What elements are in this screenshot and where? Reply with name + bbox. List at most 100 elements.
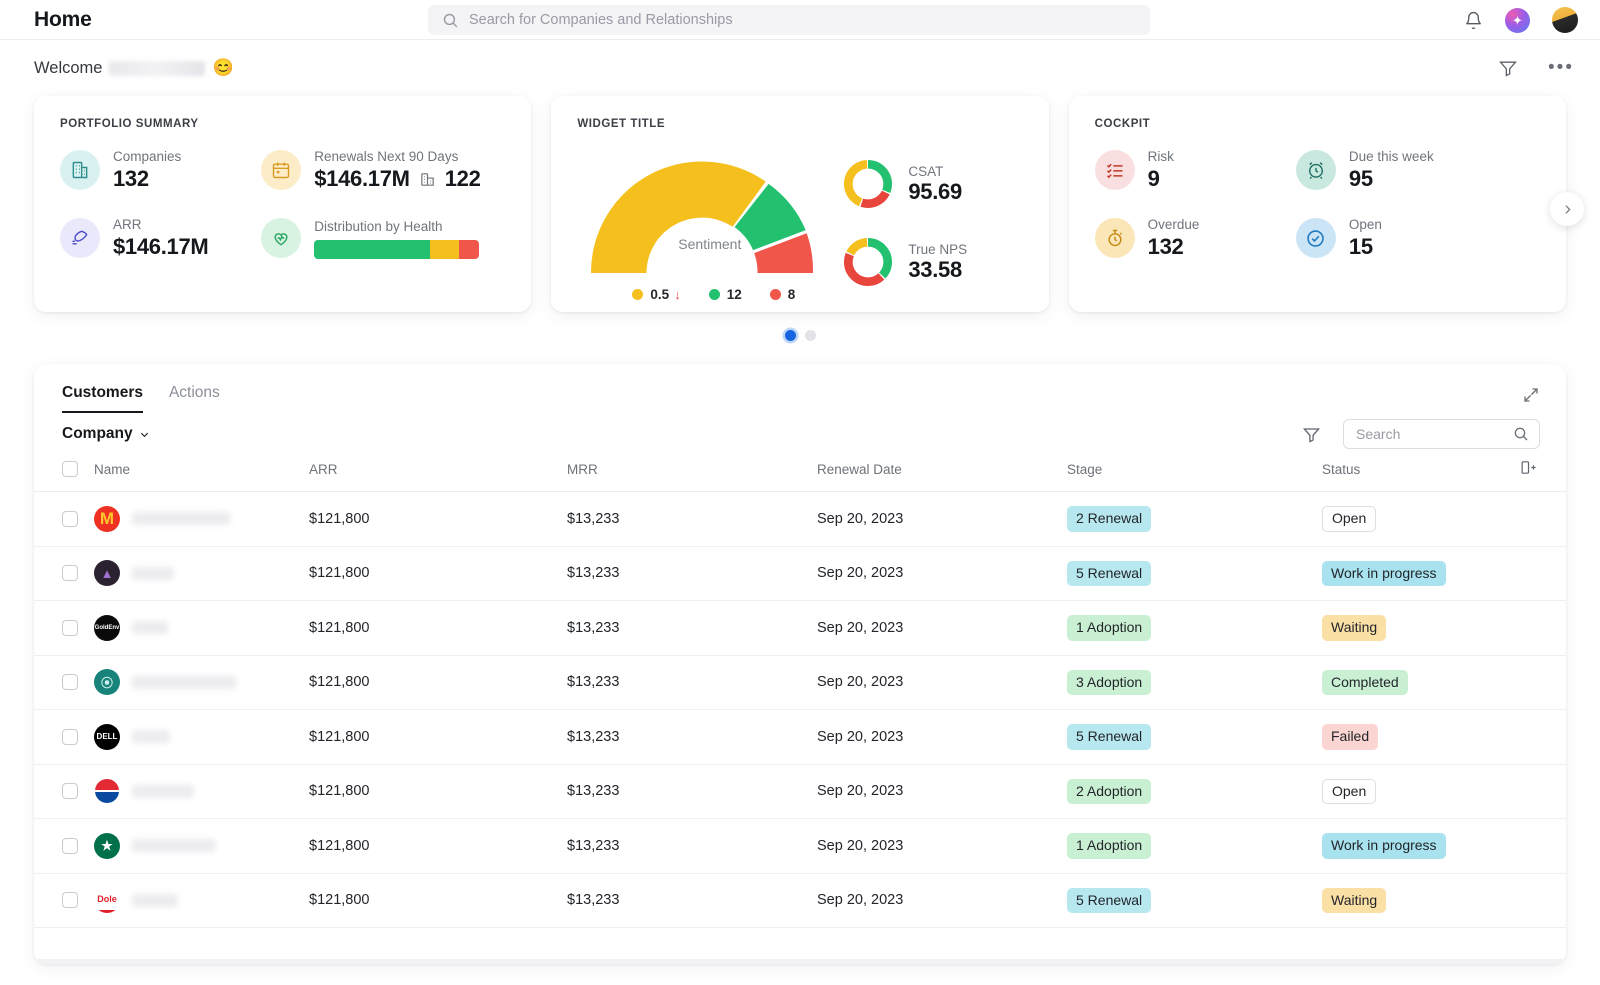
kpi-arr[interactable]: ARR $146.17M bbox=[60, 216, 255, 260]
status-badge[interactable]: Waiting bbox=[1322, 887, 1387, 913]
stage-badge[interactable]: 5 Renewal bbox=[1067, 887, 1152, 913]
table-row[interactable]: ★ $121,800 $13,233 Sep 20, 2023 1 Adoption Wo… bbox=[34, 818, 1566, 874]
widget-body: Sentiment 0.5 ↓ 12 8 CSAT 95.69 True NPS… bbox=[577, 148, 1022, 302]
cell-stage: 2 Renewal bbox=[1067, 491, 1322, 547]
cockpit-kpi-grid: Risk 9 Due this week 95 Overdue 132 Open… bbox=[1094, 148, 1540, 260]
status-badge[interactable]: Waiting bbox=[1322, 615, 1387, 641]
row-checkbox[interactable] bbox=[62, 728, 78, 745]
panel-tabs: Customers Actions bbox=[34, 364, 1566, 413]
row-checkbox[interactable] bbox=[62, 619, 78, 636]
kpi-companies[interactable]: Companies 132 bbox=[60, 148, 255, 192]
cell-name: GoldEnv bbox=[94, 600, 309, 656]
column-header-mrr[interactable]: MRR bbox=[567, 459, 817, 492]
cell-mrr: $13,233 bbox=[567, 546, 817, 601]
table-row[interactable]: GoldEnv $121,800 $13,233 Sep 20, 2023 1 Adop… bbox=[34, 600, 1566, 656]
global-search-input[interactable]: Search for Companies and Relationships bbox=[428, 5, 1150, 35]
column-header-stage[interactable]: Stage bbox=[1067, 459, 1322, 492]
more-options-button[interactable]: ••• bbox=[1548, 58, 1574, 78]
cell-name: M bbox=[94, 491, 309, 547]
company-logo: M bbox=[94, 505, 120, 532]
cell-mrr: $13,233 bbox=[567, 818, 817, 874]
select-all-checkbox[interactable] bbox=[62, 461, 78, 477]
filter-icon[interactable] bbox=[1498, 58, 1518, 78]
cell-stage: 2 Adoption bbox=[1067, 764, 1322, 819]
stage-badge[interactable]: 2 Renewal bbox=[1067, 506, 1152, 532]
cell-renewal-date: Sep 20, 2023 bbox=[817, 873, 1067, 928]
status-badge[interactable]: Failed bbox=[1322, 724, 1379, 750]
column-header-name[interactable]: Name bbox=[94, 459, 309, 492]
column-header-arr[interactable]: ARR bbox=[309, 459, 567, 492]
company-name-redacted bbox=[132, 730, 170, 744]
row-checkbox[interactable] bbox=[62, 837, 78, 854]
cell-spacer bbox=[1520, 546, 1566, 601]
filter-icon[interactable] bbox=[1302, 425, 1321, 444]
row-checkbox[interactable] bbox=[62, 565, 78, 582]
status-badge[interactable]: Open bbox=[1322, 506, 1377, 532]
column-header-status[interactable]: Status bbox=[1322, 459, 1520, 492]
cell-arr: $121,800 bbox=[309, 491, 567, 547]
trend-down-icon: ↓ bbox=[674, 287, 681, 302]
table-row[interactable]: M $121,800 $13,233 Sep 20, 2023 2 Renewal Ope… bbox=[34, 491, 1566, 547]
cell-renewal-date: Sep 20, 2023 bbox=[817, 764, 1067, 819]
widget-title-card: WIDGET TITLE Sentiment 0.5 ↓ 12 8 CSAT 9… bbox=[551, 96, 1049, 312]
status-badge[interactable]: Work in progress bbox=[1322, 560, 1446, 586]
welcome-actions: ••• bbox=[1498, 40, 1574, 96]
table-row[interactable]: DELL $121,800 $13,233 Sep 20, 2023 5 Renewal… bbox=[34, 709, 1566, 765]
metric-true-nps[interactable]: True NPS 33.58 bbox=[842, 236, 967, 288]
status-badge[interactable]: Work in progress bbox=[1322, 833, 1446, 859]
carousel-dot-2[interactable] bbox=[804, 330, 816, 341]
avatar[interactable] bbox=[1552, 7, 1578, 33]
legend-value-negative: 8 bbox=[787, 287, 796, 302]
horizontal-scrollbar[interactable] bbox=[34, 959, 1566, 964]
row-checkbox[interactable] bbox=[62, 783, 78, 800]
donut-metrics: CSAT 95.69 True NPS 33.58 bbox=[842, 148, 967, 288]
portfolio-kpi-grid: Companies 132 Renewals Next 90 Days $146… bbox=[60, 148, 505, 260]
row-checkbox[interactable] bbox=[62, 674, 78, 691]
cell-arr: $121,800 bbox=[309, 546, 567, 601]
stage-badge[interactable]: 2 Adoption bbox=[1067, 778, 1152, 804]
group-by-company-dropdown[interactable]: Company bbox=[62, 425, 150, 443]
kpi-renewals-next-90-days[interactable]: Renewals Next 90 Days $146.17M 122 bbox=[261, 148, 505, 192]
stage-badge[interactable]: 5 Renewal bbox=[1067, 724, 1152, 750]
carousel-dot-1[interactable] bbox=[784, 330, 796, 341]
csat-donut-chart bbox=[844, 159, 893, 209]
table-search-input[interactable]: Search bbox=[1343, 419, 1540, 449]
search-icon bbox=[1514, 427, 1528, 441]
sparkle-icon[interactable]: ✦ bbox=[1505, 7, 1530, 33]
tab-actions[interactable]: Actions bbox=[169, 384, 220, 413]
status-badge[interactable]: Open bbox=[1322, 778, 1377, 804]
alarm-clock-icon bbox=[1295, 150, 1336, 191]
status-badge[interactable]: Completed bbox=[1322, 669, 1408, 695]
bell-icon[interactable] bbox=[1464, 10, 1483, 31]
table-row[interactable]: $121,800 $13,233 Sep 20, 2023 2 Adoption Ope… bbox=[34, 764, 1566, 819]
expand-icon[interactable] bbox=[1522, 386, 1540, 404]
row-checkbox[interactable] bbox=[62, 892, 78, 909]
table-row[interactable]: ⦿ $121,800 $13,233 Sep 20, 2023 3 Adoption Co… bbox=[34, 655, 1566, 710]
gauge-center-label: Sentiment bbox=[678, 236, 742, 252]
tab-customers[interactable]: Customers bbox=[62, 384, 143, 413]
stage-badge[interactable]: 1 Adoption bbox=[1067, 833, 1152, 859]
row-select-cell bbox=[34, 655, 94, 710]
cell-spacer bbox=[1520, 818, 1566, 874]
column-header-renewal-date[interactable]: Renewal Date bbox=[817, 459, 1067, 492]
metric-csat[interactable]: CSAT 95.69 bbox=[842, 158, 967, 210]
kpi-overdue[interactable]: Overdue 132 bbox=[1094, 216, 1290, 260]
company-name-redacted bbox=[132, 566, 174, 580]
kpi-open-label: Open bbox=[1348, 217, 1382, 233]
welcome-row: Welcome 😊 ••• bbox=[0, 40, 1600, 96]
stage-badge[interactable]: 1 Adoption bbox=[1067, 615, 1152, 641]
kpi-risk[interactable]: Risk 9 bbox=[1094, 148, 1290, 192]
stage-badge[interactable]: 3 Adoption bbox=[1067, 669, 1152, 695]
row-checkbox[interactable] bbox=[62, 510, 78, 527]
carousel-next-button[interactable] bbox=[1550, 192, 1584, 226]
kpi-due-this-week[interactable]: Due this week 95 bbox=[1295, 148, 1540, 192]
table-row[interactable]: ▲ $121,800 $13,233 Sep 20, 2023 5 Renewal Wor… bbox=[34, 546, 1566, 601]
add-column-icon[interactable] bbox=[1520, 459, 1537, 476]
table-row[interactable]: Dole $121,800 $13,233 Sep 20, 2023 5 Renewal… bbox=[34, 873, 1566, 928]
kpi-open[interactable]: Open 15 bbox=[1295, 216, 1540, 260]
cell-stage: 3 Adoption bbox=[1067, 655, 1322, 710]
stage-badge[interactable]: 5 Renewal bbox=[1067, 560, 1152, 586]
cell-name bbox=[94, 764, 309, 819]
group-by-label: Company bbox=[62, 425, 133, 442]
kpi-distribution-by-health[interactable]: Distribution by Health bbox=[261, 216, 505, 260]
